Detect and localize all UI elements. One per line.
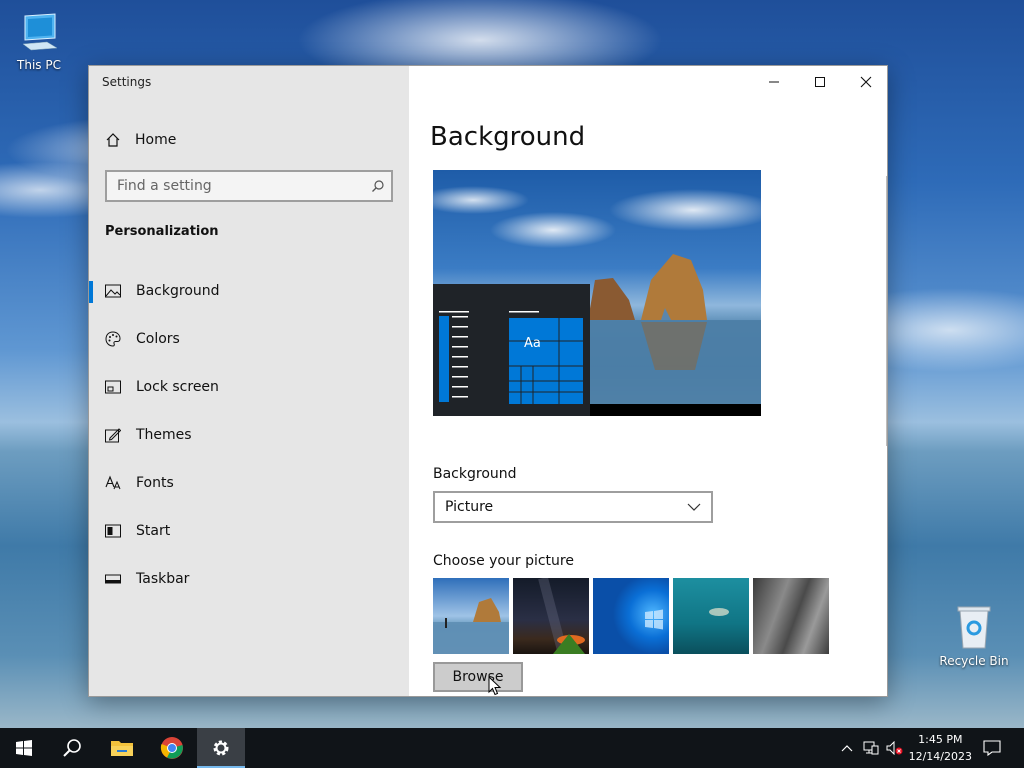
- network-icon: [863, 741, 879, 755]
- clock-time: 1:45 PM: [918, 733, 963, 746]
- choose-picture-label: Choose your picture: [433, 553, 574, 569]
- preview-tile-label: Aa: [524, 336, 541, 351]
- file-explorer-button[interactable]: [98, 728, 146, 768]
- notification-icon: [983, 740, 1001, 756]
- action-center-button[interactable]: [980, 728, 1004, 768]
- preview-landscape: [433, 254, 761, 416]
- settings-content: Background Aa Background Picture Choose …: [409, 66, 887, 696]
- picture-thumbnail[interactable]: [433, 578, 509, 654]
- recycle-bin-icon: [957, 606, 991, 649]
- settings-window: Settings Home Personalization Background: [88, 65, 888, 697]
- clock-date: 12/14/2023: [908, 750, 972, 763]
- thumbnail-image: [709, 608, 729, 616]
- desktop-icon-label: This PC: [17, 58, 61, 72]
- sidebar-item-label: Fonts: [136, 475, 174, 491]
- volume-button[interactable]: [884, 728, 906, 768]
- windows-logo-icon: [645, 609, 663, 630]
- fonts-icon: [105, 475, 121, 491]
- sidebar-item-label: Background: [136, 283, 220, 299]
- thumbnail-image: [433, 598, 509, 654]
- sidebar-item-lock-screen[interactable]: Lock screen: [89, 367, 409, 407]
- desktop-icon-this-pc[interactable]: This PC: [3, 10, 75, 72]
- mouse-cursor-icon: [488, 676, 502, 696]
- network-button[interactable]: [860, 728, 882, 768]
- search-icon: [63, 739, 81, 757]
- windows-logo-icon: [16, 740, 32, 756]
- search-box[interactable]: [105, 170, 393, 202]
- volume-muted-icon: [886, 741, 903, 755]
- chrome-icon: [160, 737, 183, 759]
- palette-icon: [105, 331, 121, 347]
- sidebar-item-background[interactable]: Background: [89, 271, 409, 311]
- chevron-down-icon: [687, 503, 701, 511]
- search-taskbar-button[interactable]: [48, 728, 96, 768]
- desktop-icon-label: Recycle Bin: [939, 654, 1009, 668]
- sidebar-item-fonts[interactable]: Fonts: [89, 463, 409, 503]
- background-label: Background: [433, 466, 517, 482]
- search-input[interactable]: [107, 172, 365, 200]
- background-preview: Aa: [433, 170, 761, 416]
- window-title: Settings: [102, 75, 152, 89]
- sidebar-item-start[interactable]: Start: [89, 511, 409, 551]
- show-hidden-icons-button[interactable]: [836, 728, 858, 768]
- sidebar-item-label: Colors: [136, 331, 180, 347]
- lock-screen-icon: [105, 380, 121, 394]
- home-label: Home: [135, 132, 177, 148]
- clock[interactable]: 1:45 PM 12/14/2023: [909, 731, 972, 765]
- computer-icon: [22, 13, 58, 51]
- home-icon: [106, 133, 120, 147]
- desktop-icon-recycle-bin[interactable]: Recycle Bin: [938, 604, 1010, 668]
- sidebar-item-themes[interactable]: Themes: [89, 415, 409, 455]
- start-icon: [105, 524, 121, 538]
- sidebar-item-colors[interactable]: Colors: [89, 319, 409, 359]
- section-title: Personalization: [105, 224, 219, 239]
- image-icon: [105, 284, 121, 298]
- picture-thumbnail[interactable]: [513, 578, 589, 654]
- picture-thumbnail[interactable]: [593, 578, 669, 654]
- background-type-dropdown[interactable]: Picture: [433, 491, 713, 523]
- page-title: Background: [430, 122, 586, 152]
- sidebar-item-label: Start: [136, 523, 171, 539]
- settings-sidebar: Settings Home Personalization Background: [89, 66, 409, 696]
- picture-thumbnail[interactable]: [753, 578, 829, 654]
- sidebar-item-taskbar[interactable]: Taskbar: [89, 559, 409, 599]
- browse-button[interactable]: Browse: [433, 662, 523, 692]
- dropdown-value: Picture: [445, 499, 494, 515]
- themes-icon: [105, 427, 121, 443]
- settings-taskbar-button[interactable]: [197, 728, 245, 768]
- gear-icon: [213, 740, 229, 756]
- sidebar-item-label: Taskbar: [136, 571, 190, 587]
- sidebar-item-label: Themes: [136, 427, 192, 443]
- start-button[interactable]: [0, 728, 48, 768]
- chevron-up-icon: [841, 745, 853, 752]
- search-icon[interactable]: [365, 179, 391, 193]
- taskbar: 1:45 PM 12/14/2023: [0, 728, 1024, 768]
- folder-icon: [111, 741, 133, 756]
- home-link[interactable]: Home: [105, 130, 176, 150]
- chrome-button[interactable]: [148, 728, 196, 768]
- content-scrollbar[interactable]: [886, 176, 887, 446]
- picture-thumbnail[interactable]: [673, 578, 749, 654]
- taskbar-icon: [105, 572, 121, 586]
- thumbnail-image: [538, 578, 585, 654]
- sidebar-item-label: Lock screen: [136, 379, 219, 395]
